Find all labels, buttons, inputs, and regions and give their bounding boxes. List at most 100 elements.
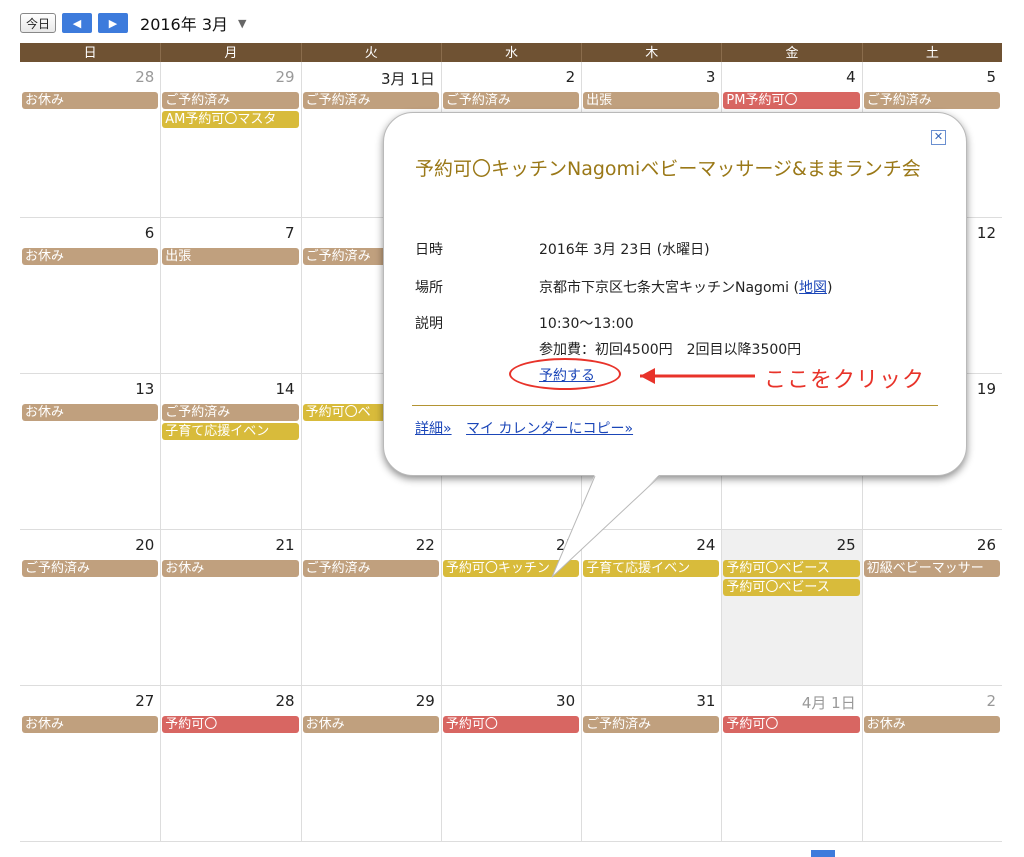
event-chip[interactable]: 子育て応援イベン bbox=[583, 560, 720, 577]
event-chip[interactable]: ご予約済み bbox=[863, 92, 1000, 109]
day-cell[interactable]: 27 bbox=[20, 686, 160, 841]
day-number[interactable]: 5 bbox=[986, 68, 996, 86]
event-chip[interactable]: お休み bbox=[863, 716, 1000, 733]
event-chip[interactable]: 予約可〇 bbox=[442, 716, 580, 733]
event-chip[interactable]: お休み bbox=[22, 248, 159, 265]
day-number[interactable]: 13 bbox=[135, 380, 154, 398]
day-cell[interactable]: 23 bbox=[440, 530, 581, 685]
copy-to-calendar-link[interactable]: マイ カレンダーにコピー» bbox=[466, 421, 633, 437]
day-number[interactable]: 4月 1日 bbox=[802, 692, 856, 713]
day-cell[interactable]: 29 bbox=[160, 62, 300, 217]
day-number[interactable]: 19 bbox=[977, 380, 996, 398]
day-number[interactable]: 2 bbox=[986, 692, 996, 710]
empty-slot bbox=[441, 579, 581, 596]
day-cell[interactable]: 28 bbox=[160, 686, 300, 841]
day-number[interactable]: 27 bbox=[135, 692, 154, 710]
day-cell[interactable]: 31 bbox=[581, 686, 721, 841]
day-cell[interactable]: 14 bbox=[160, 374, 300, 529]
day-number[interactable]: 7 bbox=[285, 224, 295, 242]
event-chip[interactable]: 子育て応援イベン bbox=[162, 423, 299, 440]
day-number[interactable]: 22 bbox=[416, 536, 435, 554]
event-chip[interactable]: ご予約済み bbox=[162, 92, 299, 109]
day-cell[interactable]: 30 bbox=[440, 686, 581, 841]
details-link[interactable]: 詳細» bbox=[415, 421, 452, 437]
event-chip[interactable]: お休み bbox=[302, 716, 439, 733]
today-button[interactable]: 今日 bbox=[20, 13, 57, 33]
event-chip[interactable]: 出張 bbox=[583, 92, 720, 109]
day-cell[interactable]: 21 bbox=[160, 530, 300, 685]
event-chip[interactable]: 出張 bbox=[162, 248, 299, 265]
event-chip[interactable]: お休み bbox=[22, 716, 159, 733]
event-title: 予約可〇キッチンNagomiベビーマッサージ&ままランチ会 bbox=[415, 158, 921, 180]
day-number[interactable]: 23 bbox=[556, 536, 575, 554]
day-number[interactable]: 28 bbox=[135, 68, 154, 86]
prev-month-button[interactable]: ◀ bbox=[62, 13, 93, 33]
day-number[interactable]: 3 bbox=[706, 68, 716, 86]
day-number[interactable]: 25 bbox=[837, 536, 856, 554]
event-chip[interactable]: 予約可〇 bbox=[162, 716, 299, 733]
arrow-left-icon: ◀ bbox=[72, 16, 82, 30]
date-value: 2016年 3月 23日 (水曜日) bbox=[539, 242, 710, 258]
day-cell[interactable]: 13 bbox=[20, 374, 160, 529]
day-number[interactable]: 20 bbox=[135, 536, 154, 554]
reserve-link[interactable]: 予約する bbox=[539, 365, 595, 385]
day-number[interactable]: 21 bbox=[275, 536, 294, 554]
day-number[interactable]: 6 bbox=[145, 224, 155, 242]
date-label: 日時 bbox=[415, 242, 443, 258]
weekday-label: 日 bbox=[83, 46, 97, 61]
event-chip[interactable]: ご予約済み bbox=[302, 92, 439, 109]
day-number[interactable]: 24 bbox=[696, 536, 715, 554]
close-icon[interactable]: ✕ bbox=[931, 130, 946, 145]
day-number[interactable]: 2 bbox=[566, 68, 576, 86]
event-chip[interactable]: 予約可〇 bbox=[723, 716, 860, 733]
day-number[interactable]: 3月 1日 bbox=[381, 68, 435, 89]
event-chip[interactable]: 予約可〇ベビース bbox=[723, 560, 860, 577]
event-chip[interactable]: ご予約済み bbox=[22, 560, 159, 577]
event-chip[interactable]: ご予約済み bbox=[302, 560, 439, 577]
place-text: 京都市下京区七条大宮キッチンNagomi ( bbox=[539, 280, 799, 296]
weekday-label: 木 bbox=[581, 43, 721, 64]
day-number[interactable]: 30 bbox=[556, 692, 575, 710]
day-number[interactable]: 12 bbox=[977, 224, 996, 242]
day-number[interactable]: 14 bbox=[275, 380, 294, 398]
event-chip[interactable]: PM予約可〇 bbox=[723, 92, 860, 109]
empty-slot bbox=[20, 423, 160, 440]
day-cell[interactable]: 24 bbox=[581, 530, 721, 685]
next-month-button[interactable]: ▶ bbox=[98, 13, 129, 33]
annotation-text: ここをクリック bbox=[764, 368, 926, 393]
event-chip[interactable]: AM予約可〇マスタ bbox=[162, 111, 299, 128]
event-chip[interactable]: 予約可〇キッチン bbox=[442, 560, 580, 577]
week-row: 27 28 29 30 31 4月 1日 2 お休み 予約可〇 お休み 予約可〇 ご予約済み 予約可〇お… bbox=[20, 686, 1002, 842]
event-chip[interactable]: お休み bbox=[22, 404, 159, 421]
day-number[interactable]: 31 bbox=[696, 692, 715, 710]
day-cell[interactable]: 26 bbox=[861, 530, 1002, 685]
day-cell[interactable]: 25 bbox=[721, 530, 862, 685]
day-cell[interactable]: 20 bbox=[20, 530, 160, 685]
day-cell[interactable]: 28 bbox=[20, 62, 160, 217]
day-cell[interactable]: 6 bbox=[20, 218, 160, 373]
day-cell[interactable]: 4月 1日 bbox=[721, 686, 861, 841]
event-chip[interactable]: ご予約済み bbox=[162, 404, 299, 421]
day-cell[interactable]: 2 bbox=[861, 686, 1002, 841]
event-chip[interactable]: 予約可〇ベビース bbox=[723, 579, 860, 596]
weekday-label: 水 bbox=[440, 43, 581, 64]
chevron-down-icon[interactable]: ▼ bbox=[238, 17, 246, 30]
day-cell[interactable]: 7 bbox=[160, 218, 300, 373]
event-chip[interactable]: 初級ベビーマッサー bbox=[863, 560, 1000, 577]
day-number[interactable]: 28 bbox=[275, 692, 294, 710]
event-chip[interactable]: お休み bbox=[22, 92, 159, 109]
day-cell[interactable]: 29 bbox=[300, 686, 441, 841]
weekday-header: 日 月火水木金土 bbox=[20, 43, 1002, 64]
event-chip[interactable]: ご予約済み bbox=[442, 92, 580, 109]
day-number[interactable]: 26 bbox=[977, 536, 996, 554]
event-chip[interactable]: お休み bbox=[162, 560, 299, 577]
event-chip[interactable]: ご予約済み bbox=[583, 716, 720, 733]
day-number[interactable]: 4 bbox=[846, 68, 856, 86]
day-number[interactable]: 29 bbox=[416, 692, 435, 710]
map-link[interactable]: 地図 bbox=[799, 280, 827, 296]
week-row: 20 21 22 23 24 25 26 ご予約済み お休み ご予約済み 予約可〇キッチン 子育て応援… bbox=[20, 530, 1002, 686]
day-cell[interactable]: 22 bbox=[300, 530, 441, 685]
month-title[interactable]: 2016年 3月 bbox=[140, 11, 228, 35]
day-number[interactable]: 29 bbox=[275, 68, 294, 86]
weekday-label: 金 bbox=[721, 43, 861, 64]
